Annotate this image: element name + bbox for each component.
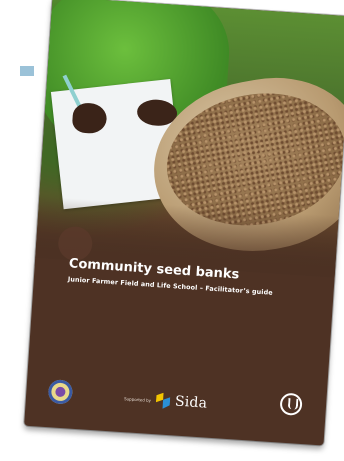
- sponsor-block: Supported by Sida: [123, 390, 208, 412]
- decorative-tab: [20, 66, 34, 76]
- cover-panel: Community seed banks Junior Farmer Field…: [24, 0, 344, 446]
- sponsor-name: Sida: [174, 393, 208, 412]
- fao-logo-icon: [279, 392, 303, 416]
- institution-emblem-icon: [47, 379, 74, 405]
- sida-logo-icon: [155, 392, 171, 409]
- logo-footer: Supported by Sida: [25, 356, 328, 436]
- supported-by-label: Supported by: [123, 395, 152, 403]
- book-cover: Community seed banks Junior Farmer Field…: [24, 0, 344, 446]
